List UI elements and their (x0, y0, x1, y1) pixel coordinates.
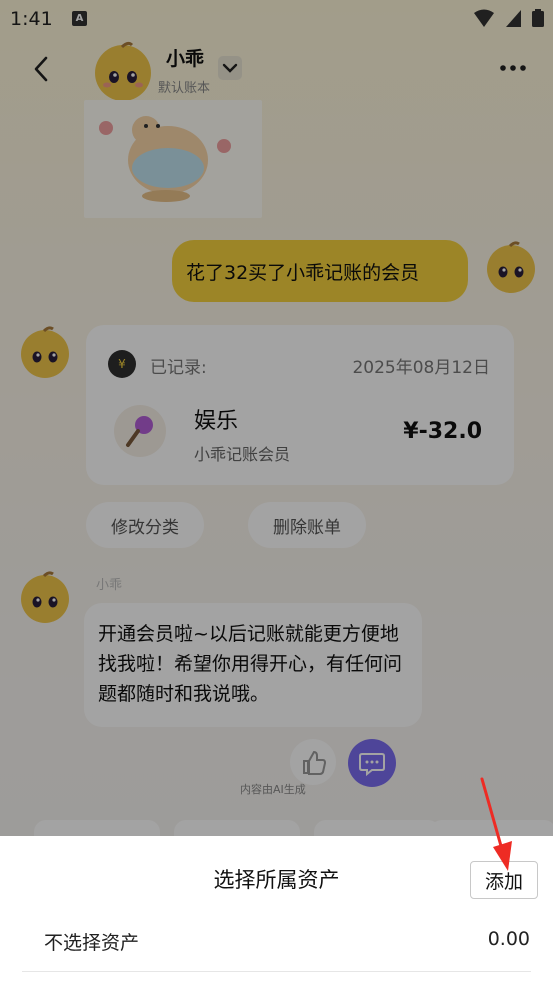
annotation-arrow-icon (480, 777, 512, 871)
asset-row-label[interactable]: 不选择资产 (44, 928, 139, 955)
row-divider (22, 971, 531, 972)
asset-row-value: 0.00 (487, 928, 530, 950)
